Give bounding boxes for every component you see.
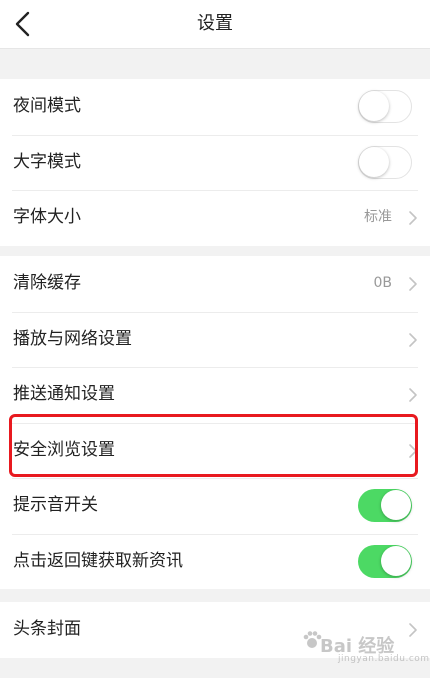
font-size-value: 标准 <box>364 209 392 225</box>
chevron-right-icon <box>409 211 417 225</box>
large-text-toggle[interactable] <box>358 145 412 179</box>
back-refresh-toggle[interactable] <box>358 544 412 578</box>
row-label: 大字模式 <box>13 151 81 172</box>
row-label: 字体大小 <box>13 207 81 227</box>
page-title: 设置 <box>197 13 233 34</box>
row-label: 提示音开关 <box>13 495 98 515</box>
row-label: 播放与网络设置 <box>13 328 132 349</box>
cache-size-value: 0B <box>373 275 392 291</box>
settings-row-sound-switch[interactable]: 提示音开关 <box>0 478 430 534</box>
display-settings-group: 夜间模式 大字模式 字体大小 标准 <box>0 79 430 246</box>
settings-row-large-text[interactable]: 大字模式 <box>0 134 430 191</box>
sound-toggle[interactable] <box>358 489 412 522</box>
night-mode-toggle[interactable] <box>358 90 412 123</box>
chevron-right-icon <box>409 388 417 402</box>
row-label: 点击返回键获取新资讯 <box>13 550 183 571</box>
chevron-right-icon <box>409 277 417 291</box>
general-settings-group: 清除缓存 0B 播放与网络设置 推送通知设置 安全浏览设置 提示音开关 点击返回… <box>0 256 430 589</box>
toggle-knob <box>359 146 389 177</box>
row-label: 推送通知设置 <box>13 384 115 404</box>
cover-settings-group: 头条封面 <box>0 602 430 658</box>
settings-row-back-refresh[interactable]: 点击返回键获取新资讯 <box>0 533 430 590</box>
settings-row-push-notifications[interactable]: 推送通知设置 <box>0 367 430 423</box>
settings-row-clear-cache[interactable]: 清除缓存 0B <box>0 256 430 312</box>
row-label: 安全浏览设置 <box>13 439 115 460</box>
toggle-knob <box>380 490 411 520</box>
toggle-knob <box>359 91 389 121</box>
settings-row-font-size[interactable]: 字体大小 标准 <box>0 190 430 246</box>
settings-row-playback-network[interactable]: 播放与网络设置 <box>0 311 430 368</box>
chevron-right-icon <box>409 332 417 347</box>
settings-row-night-mode[interactable]: 夜间模式 <box>0 79 430 135</box>
chevron-right-icon <box>409 443 417 458</box>
settings-row-headline-cover[interactable]: 头条封面 <box>0 602 430 658</box>
settings-row-safe-browsing[interactable]: 安全浏览设置 <box>0 422 430 479</box>
chevron-right-icon <box>409 623 417 637</box>
row-label: 头条封面 <box>13 619 81 639</box>
toggle-knob <box>380 545 411 576</box>
row-label: 清除缓存 <box>13 273 81 293</box>
row-label: 夜间模式 <box>13 96 81 116</box>
navigation-bar: 设置 <box>0 0 430 49</box>
